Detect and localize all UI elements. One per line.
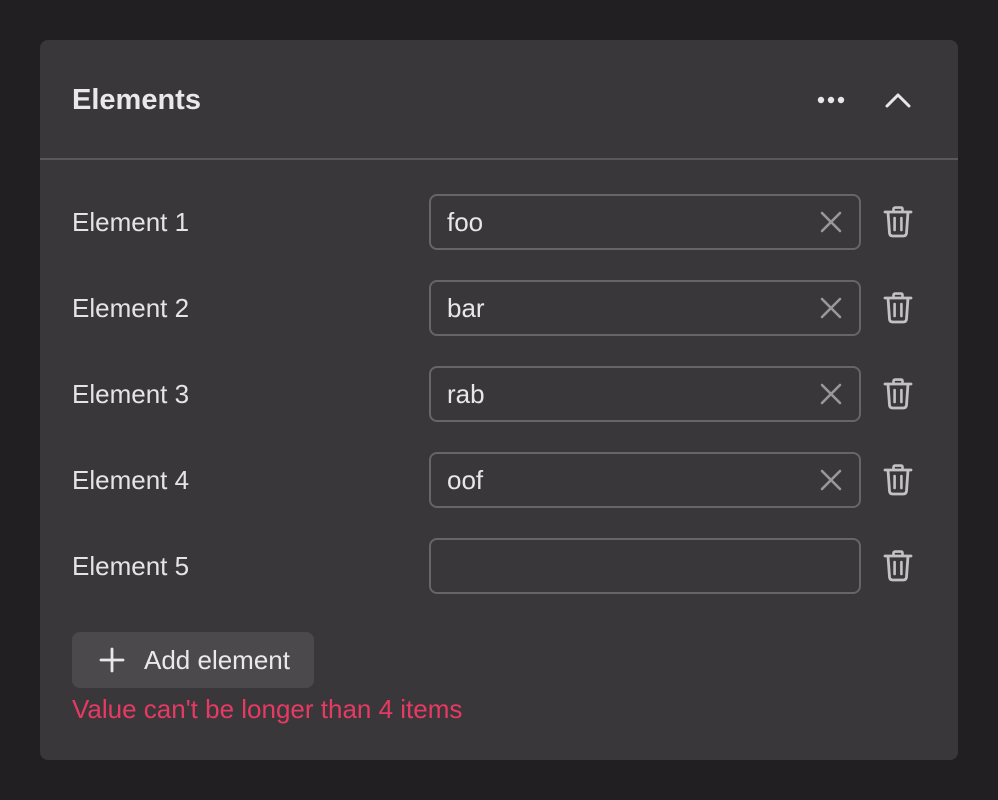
element-field bbox=[429, 452, 861, 508]
delete-element-button[interactable] bbox=[875, 458, 921, 502]
trash-icon bbox=[883, 464, 913, 496]
collapse-button[interactable] bbox=[874, 76, 922, 124]
element-field bbox=[429, 538, 861, 594]
element-input[interactable] bbox=[447, 196, 787, 248]
element-row: Element 4 bbox=[40, 452, 958, 508]
element-label: Element 5 bbox=[72, 551, 190, 581]
trash-icon bbox=[883, 378, 913, 410]
clear-button[interactable] bbox=[813, 290, 849, 326]
delete-element-button[interactable] bbox=[875, 544, 921, 588]
close-icon bbox=[820, 383, 842, 405]
delete-element-button[interactable] bbox=[875, 200, 921, 244]
elements-panel: Elements Element 1 foo Element 2 bar Ele… bbox=[40, 40, 958, 760]
element-row: Element 1 bbox=[40, 194, 958, 250]
element-label: Element 3 bbox=[72, 379, 190, 409]
add-element-button[interactable]: Add element bbox=[72, 632, 314, 688]
clear-button[interactable] bbox=[813, 204, 849, 240]
element-field bbox=[429, 194, 861, 250]
clear-button[interactable] bbox=[813, 376, 849, 412]
panel-header: Elements bbox=[40, 40, 958, 160]
plus-icon bbox=[98, 646, 126, 674]
more-horizontal-icon bbox=[817, 96, 845, 104]
close-icon bbox=[820, 469, 842, 491]
close-icon bbox=[820, 211, 842, 233]
delete-element-button[interactable] bbox=[875, 286, 921, 330]
clear-button[interactable] bbox=[813, 462, 849, 498]
element-field bbox=[429, 366, 861, 422]
validation-error: Value can't be longer than 4 items bbox=[72, 694, 463, 724]
element-row: Element 5 bbox=[40, 538, 958, 594]
close-icon bbox=[820, 297, 842, 319]
element-row: Element 2 bbox=[40, 280, 958, 336]
more-options-button[interactable] bbox=[808, 76, 856, 124]
add-element-label: Add element bbox=[144, 644, 290, 675]
element-input[interactable] bbox=[447, 368, 787, 420]
trash-icon bbox=[883, 550, 913, 582]
element-input[interactable] bbox=[447, 454, 787, 506]
trash-icon bbox=[883, 292, 913, 324]
delete-element-button[interactable] bbox=[875, 372, 921, 416]
element-input[interactable] bbox=[447, 282, 787, 334]
element-label: Element 1 bbox=[72, 207, 190, 237]
element-input[interactable] bbox=[447, 540, 787, 592]
chevron-up-icon bbox=[885, 93, 911, 108]
element-label: Element 4 bbox=[72, 465, 190, 495]
panel-title: Elements bbox=[72, 84, 201, 116]
element-field bbox=[429, 280, 861, 336]
trash-icon bbox=[883, 206, 913, 238]
element-label: Element 2 bbox=[72, 293, 190, 323]
element-row: Element 3 bbox=[40, 366, 958, 422]
